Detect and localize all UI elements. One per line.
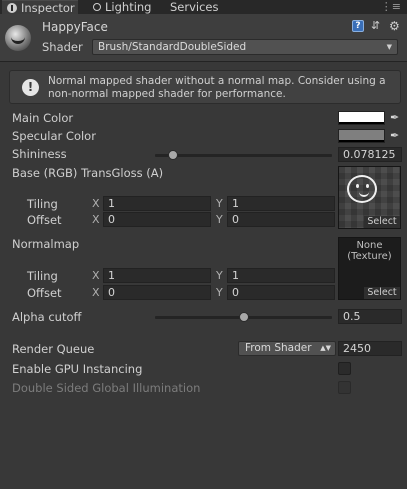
- normalmap-tiling-x-label: X: [92, 269, 100, 282]
- shininess-value-field[interactable]: 0.078125: [338, 147, 402, 162]
- base-offset-y-label: Y: [216, 213, 223, 226]
- normalmap-select-button[interactable]: Select: [364, 287, 400, 299]
- render-queue-mode-value: From Shader: [245, 342, 312, 354]
- base-offset-x-label: X: [92, 213, 100, 226]
- chevron-updown-icon: ▲▼: [320, 344, 331, 352]
- material-preview-icon: [5, 25, 31, 51]
- chevron-down-icon: ▼: [386, 43, 392, 51]
- tab-inspector-label: Inspector: [21, 1, 75, 15]
- alpha-cutoff-value-field[interactable]: 0.5: [338, 309, 402, 324]
- lightbulb-icon: [93, 3, 101, 11]
- base-offset-y-field[interactable]: 0: [227, 212, 335, 227]
- alpha-cutoff-slider-thumb[interactable]: [238, 312, 249, 322]
- specular-color-swatch[interactable]: [338, 129, 385, 143]
- shininess-label: Shininess: [12, 147, 67, 161]
- normalmap-offset-x-label: X: [92, 286, 100, 299]
- normalmap-offset-y-field[interactable]: 0: [227, 285, 335, 300]
- gpu-instancing-checkbox[interactable]: [338, 362, 351, 375]
- shininess-slider-thumb[interactable]: [168, 150, 179, 160]
- alpha-cutoff-label: Alpha cutoff: [12, 310, 82, 324]
- render-queue-value-field[interactable]: 2450: [338, 341, 402, 356]
- exclamation-icon: !: [22, 79, 39, 96]
- main-color-label: Main Color: [12, 111, 74, 125]
- warning-text: Normal mapped shader without a normal ma…: [48, 75, 386, 100]
- normalmap-tiling-label: Tiling: [27, 269, 58, 283]
- main-color-swatch[interactable]: [338, 111, 385, 125]
- tab-services[interactable]: Services: [170, 0, 219, 14]
- specular-color-label: Specular Color: [12, 129, 96, 143]
- base-offset-x-field[interactable]: 0: [103, 212, 211, 227]
- base-tiling-y-field[interactable]: 1: [227, 196, 335, 211]
- base-texture-label: Base (RGB) TransGloss (A): [12, 166, 164, 180]
- tab-lighting-label: Lighting: [105, 0, 152, 14]
- render-queue-mode-dropdown[interactable]: From Shader ▲▼: [238, 341, 336, 356]
- normalmap-none-text: None (Texture): [347, 240, 392, 262]
- base-tiling-x-label: X: [92, 197, 100, 210]
- warning-box: ! Normal mapped shader without a normal …: [9, 70, 401, 104]
- gear-icon[interactable]: ⚙: [389, 20, 401, 32]
- tab-services-label: Services: [170, 0, 219, 14]
- gpu-instancing-label: Enable GPU Instancing: [12, 362, 143, 376]
- tab-lighting[interactable]: Lighting: [93, 0, 151, 14]
- render-queue-label: Render Queue: [12, 342, 95, 356]
- normalmap-offset-x-field[interactable]: 0: [103, 285, 211, 300]
- panel-menu-icon[interactable]: ⋮≡: [381, 0, 401, 13]
- help-icon[interactable]: ?: [352, 20, 364, 32]
- normalmap-tiling-x-field[interactable]: 1: [103, 268, 211, 283]
- info-icon: [7, 3, 17, 13]
- material-name: HappyFace: [42, 20, 108, 34]
- shader-dropdown-value: Brush/StandardDoubleSided: [98, 41, 247, 53]
- base-tiling-label: Tiling: [27, 197, 58, 211]
- eyedropper-icon[interactable]: ✒: [390, 112, 402, 124]
- shininess-slider-track[interactable]: [155, 154, 332, 157]
- double-sided-gi-label: Double Sided Global Illumination: [12, 381, 201, 395]
- base-tiling-x-field[interactable]: 1: [103, 196, 211, 211]
- normalmap-offset-y-label: Y: [216, 286, 223, 299]
- shader-label: Shader: [42, 40, 83, 54]
- base-texture-slot[interactable]: Select: [338, 166, 401, 229]
- preset-icon[interactable]: ⇵: [371, 20, 383, 32]
- shader-dropdown[interactable]: Brush/StandardDoubleSided ▼: [92, 39, 398, 55]
- base-tiling-y-label: Y: [216, 197, 223, 210]
- tab-inspector[interactable]: Inspector: [2, 0, 78, 15]
- normalmap-texture-slot[interactable]: None (Texture) Select: [338, 237, 401, 300]
- normalmap-label: Normalmap: [12, 237, 80, 251]
- normalmap-tiling-y-label: Y: [216, 269, 223, 282]
- normalmap-offset-label: Offset: [27, 286, 62, 300]
- double-sided-gi-checkbox: [338, 381, 351, 394]
- base-offset-label: Offset: [27, 213, 62, 227]
- normalmap-tiling-y-field[interactable]: 1: [227, 268, 335, 283]
- base-texture-select-button[interactable]: Select: [364, 216, 400, 228]
- eyedropper-icon[interactable]: ✒: [390, 130, 402, 142]
